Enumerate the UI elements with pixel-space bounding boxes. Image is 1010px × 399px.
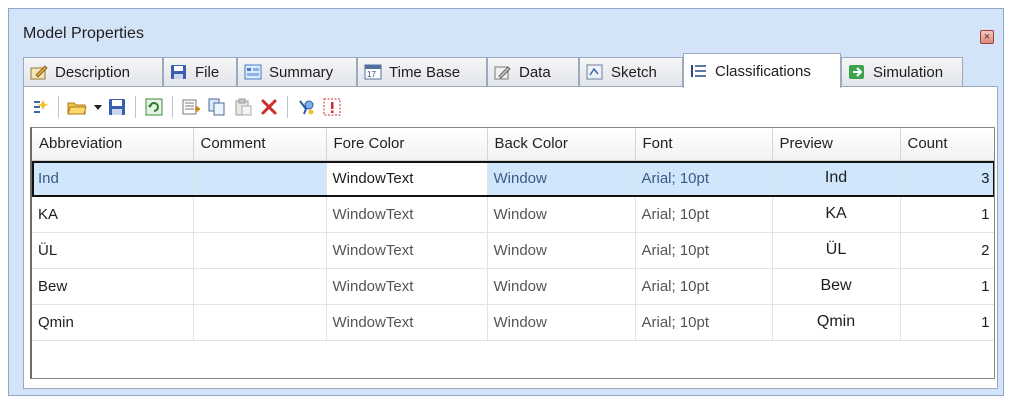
count-cell: 3 (900, 160, 994, 197)
comment-cell[interactable] (193, 304, 327, 341)
column-header-back-color[interactable]: Back Color (487, 128, 636, 161)
table-row[interactable]: Ind WindowText Window Arial; 10pt Ind 3 (32, 160, 994, 197)
tab-file[interactable]: File (163, 57, 237, 86)
abbreviation-cell[interactable]: KA (32, 196, 194, 233)
classifications-table: Abbreviation Comment Fore Color Back Col… (32, 128, 994, 341)
delete-icon[interactable] (259, 97, 279, 117)
tab-label: Data (519, 63, 551, 81)
model-properties-window: Model Properties × Description File Summ… (8, 8, 1004, 396)
refresh-icon[interactable] (144, 97, 164, 117)
tab-label: Simulation (873, 63, 944, 81)
list-icon (690, 63, 708, 79)
count-cell: 2 (900, 232, 994, 269)
header-row: Abbreviation Comment Fore Color Back Col… (32, 128, 994, 161)
tab-data[interactable]: Data (487, 57, 579, 86)
tab-description[interactable]: Description (23, 57, 163, 86)
tab-classifications[interactable]: Classifications (683, 53, 841, 88)
tab-time-base[interactable]: 17 Time Base (357, 57, 487, 86)
fore-color-cell[interactable]: WindowText (326, 196, 488, 233)
comment-cell[interactable] (193, 268, 327, 305)
copy-icon[interactable] (207, 97, 227, 117)
format-icon[interactable] (296, 97, 316, 117)
close-icon[interactable]: × (980, 30, 994, 44)
new-icon[interactable] (30, 97, 50, 117)
toolbar-separator (172, 96, 173, 118)
add-row-icon[interactable] (181, 97, 201, 117)
paste-icon[interactable] (233, 97, 253, 117)
preview-cell: KA (772, 196, 901, 233)
count-cell: 1 (900, 196, 994, 233)
tab-simulation[interactable]: Simulation (841, 57, 963, 86)
back-color-cell[interactable]: Window (487, 304, 636, 341)
open-folder-icon[interactable] (67, 97, 87, 117)
font-cell[interactable]: Arial; 10pt (635, 196, 773, 233)
tab-strip: Description File Summary 17 Time Base Da… (23, 53, 998, 88)
table-row[interactable]: Bew WindowText Window Arial; 10pt Bew 1 (32, 268, 994, 305)
tab-sketch[interactable]: Sketch (579, 57, 683, 86)
toolbar-separator (58, 96, 59, 118)
font-cell[interactable]: Arial; 10pt (635, 304, 773, 341)
dropdown-arrow-icon[interactable] (93, 97, 103, 117)
comment-cell[interactable] (193, 196, 327, 233)
table-row[interactable]: ÜL WindowText Window Arial; 10pt ÜL 2 (32, 232, 994, 269)
tab-label: Summary (269, 63, 334, 81)
abbreviation-cell[interactable]: Bew (32, 268, 194, 305)
fore-color-cell[interactable]: WindowText (326, 268, 488, 305)
tab-label: Sketch (611, 63, 657, 81)
toolbar-separator (135, 96, 136, 118)
font-cell[interactable]: Arial; 10pt (635, 232, 773, 269)
tab-label: Time Base (389, 63, 461, 81)
fore-color-cell[interactable]: WindowText (326, 160, 488, 197)
column-header-count[interactable]: Count (900, 128, 994, 161)
tab-label: File (195, 63, 220, 81)
play-arrow-icon (848, 64, 866, 80)
abbreviation-cell[interactable]: Ind (32, 160, 194, 197)
calendar-icon: 17 (364, 64, 382, 80)
column-header-comment[interactable]: Comment (193, 128, 327, 161)
tab-label: Description (55, 63, 131, 81)
save-icon[interactable] (107, 97, 127, 117)
sketch-icon (586, 64, 604, 80)
title-bar: Model Properties × (9, 9, 1003, 49)
description-icon (30, 64, 48, 80)
back-color-cell[interactable]: Window (487, 268, 636, 305)
tab-label: Classifications (715, 62, 811, 80)
column-header-preview[interactable]: Preview (772, 128, 901, 161)
preview-cell: Qmin (772, 304, 901, 341)
fore-color-cell[interactable]: WindowText (326, 232, 488, 269)
tab-summary[interactable]: Summary (237, 57, 357, 86)
back-color-cell[interactable]: Window (487, 232, 636, 269)
toolbar (24, 87, 997, 127)
abbreviation-cell[interactable]: ÜL (32, 232, 194, 269)
toolbar-separator (287, 96, 288, 118)
fore-color-cell[interactable]: WindowText (326, 304, 488, 341)
preview-cell: Bew (772, 268, 901, 305)
abbreviation-cell[interactable]: Qmin (32, 304, 194, 341)
data-edit-icon (494, 64, 512, 80)
font-cell[interactable]: Arial; 10pt (635, 160, 773, 197)
font-cell[interactable]: Arial; 10pt (635, 268, 773, 305)
back-color-cell[interactable]: Window (487, 196, 636, 233)
save-disk-icon (170, 64, 188, 80)
comment-cell[interactable] (193, 232, 327, 269)
summary-icon (244, 64, 262, 80)
preview-cell: ÜL (772, 232, 901, 269)
count-cell: 1 (900, 268, 994, 305)
comment-cell[interactable] (193, 160, 327, 197)
svg-text:17: 17 (367, 70, 376, 79)
column-header-font[interactable]: Font (635, 128, 773, 161)
count-cell: 1 (900, 304, 994, 341)
preview-cell: Ind (772, 160, 901, 197)
table-row[interactable]: Qmin WindowText Window Arial; 10pt Qmin … (32, 304, 994, 341)
classifications-panel: Abbreviation Comment Fore Color Back Col… (23, 86, 998, 389)
column-header-fore-color[interactable]: Fore Color (326, 128, 488, 161)
classifications-grid: Abbreviation Comment Fore Color Back Col… (30, 127, 995, 379)
back-color-cell[interactable]: Window (487, 160, 636, 197)
window-title: Model Properties (23, 25, 144, 42)
warning-icon[interactable] (322, 97, 342, 117)
column-header-abbreviation[interactable]: Abbreviation (32, 128, 194, 161)
table-row[interactable]: KA WindowText Window Arial; 10pt KA 1 (32, 196, 994, 233)
